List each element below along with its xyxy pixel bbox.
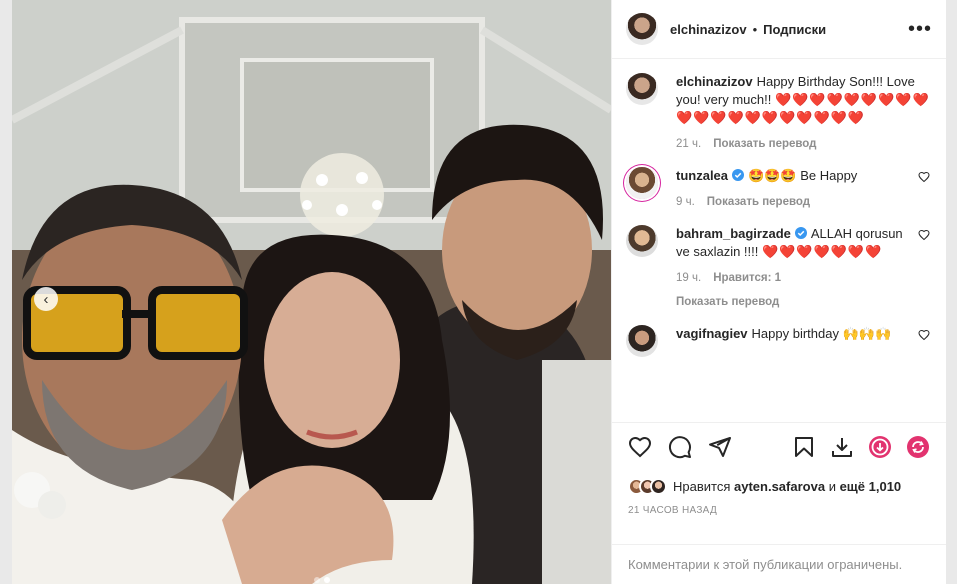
comment-hearts: ❤️❤️❤️❤️❤️❤️❤️: [762, 244, 883, 259]
photo-illustration: [12, 0, 611, 584]
more-horizontal-icon[interactable]: •••: [908, 19, 932, 39]
caption-username[interactable]: elchinazizov: [676, 74, 753, 89]
comment-avatar[interactable]: [626, 325, 658, 357]
comments-restricted-notice: Комментарии к этой публикации ограничены…: [612, 544, 946, 584]
caption: elchinazizov Happy Birthday Son!!! Love y…: [626, 73, 932, 153]
verified-badge-icon: [732, 169, 745, 181]
comment-avatar[interactable]: [626, 225, 658, 257]
show-translation-link[interactable]: Показать перевод: [707, 193, 810, 211]
author-avatar[interactable]: [626, 13, 658, 45]
comment-username[interactable]: bahram_bagirzade: [676, 226, 791, 241]
caption-time[interactable]: 21 ч.: [676, 135, 701, 153]
carousel-dot-active: [324, 577, 330, 583]
previous-photo-button[interactable]: ‹: [34, 287, 58, 311]
show-translation-link[interactable]: Показать перевод: [676, 293, 908, 311]
following-button[interactable]: Подписки: [763, 22, 826, 37]
comment-text: Happy birthday: [751, 326, 839, 341]
post-sidebar: elchinazizov • Подписки ••• elchinazizov…: [611, 0, 946, 584]
post-photo[interactable]: ‹: [12, 0, 611, 584]
separator: •: [752, 21, 758, 37]
post-timestamp[interactable]: 21 ЧАСОВ НАЗАД: [612, 501, 946, 531]
chevron-left-icon: ‹: [43, 290, 49, 308]
likes-and: и: [828, 478, 836, 494]
likes-prefix: Нравится: [673, 478, 731, 494]
like-comment-heart-icon[interactable]: [916, 171, 932, 183]
comment-like-count[interactable]: Нравится: 1: [713, 269, 781, 287]
carousel-dot: [314, 577, 320, 583]
comment-bubble-icon[interactable]: [668, 435, 692, 459]
like-heart-icon[interactable]: [628, 435, 652, 459]
comment-item: vagifnagiev Happy birthday 🙌🙌🙌: [626, 325, 932, 357]
action-bar: [612, 423, 946, 471]
comment-item: tunzalea 🤩🤩🤩 Be Happy 9 ч. Показать перев…: [626, 167, 932, 211]
comment-avatar[interactable]: [626, 167, 658, 199]
comment-time[interactable]: 19 ч.: [676, 269, 701, 287]
like-comment-heart-icon[interactable]: [916, 329, 932, 341]
comment-item: bahram_bagirzade ALLAH qorusun ve saxlazi…: [626, 225, 932, 311]
carousel-dots: [314, 577, 330, 583]
liker-username[interactable]: ayten.safarova: [734, 479, 825, 494]
likes-count-link[interactable]: ещё 1,010: [840, 479, 902, 494]
bookmark-save-icon[interactable]: [792, 435, 816, 459]
share-paper-plane-icon[interactable]: [708, 435, 732, 459]
show-translation-link[interactable]: Показать перевод: [713, 135, 816, 153]
liker-avatar[interactable]: [650, 477, 667, 495]
post-header: elchinazizov • Подписки •••: [612, 0, 946, 59]
download-icon[interactable]: [830, 435, 854, 459]
author-username[interactable]: elchinazizov: [670, 22, 747, 37]
comments-list[interactable]: elchinazizov Happy Birthday Son!!! Love y…: [612, 59, 946, 423]
like-comment-heart-icon[interactable]: [916, 229, 932, 241]
comment-username[interactable]: tunzalea: [676, 168, 728, 183]
comment-emoji: 🤩🤩🤩: [748, 168, 797, 183]
likes-summary: Нравится ayten.safarova и ещё 1,010: [612, 471, 946, 501]
comment-text: Be Happy: [800, 168, 858, 183]
comment-emoji: 🙌🙌🙌: [842, 326, 892, 341]
download-extension-icon[interactable]: [868, 435, 892, 459]
caption-avatar[interactable]: [626, 73, 658, 105]
verified-badge-icon: [794, 227, 807, 239]
comment-time[interactable]: 9 ч.: [676, 193, 695, 211]
comment-username[interactable]: vagifnagiev: [676, 326, 748, 341]
repost-extension-icon[interactable]: [906, 435, 930, 459]
